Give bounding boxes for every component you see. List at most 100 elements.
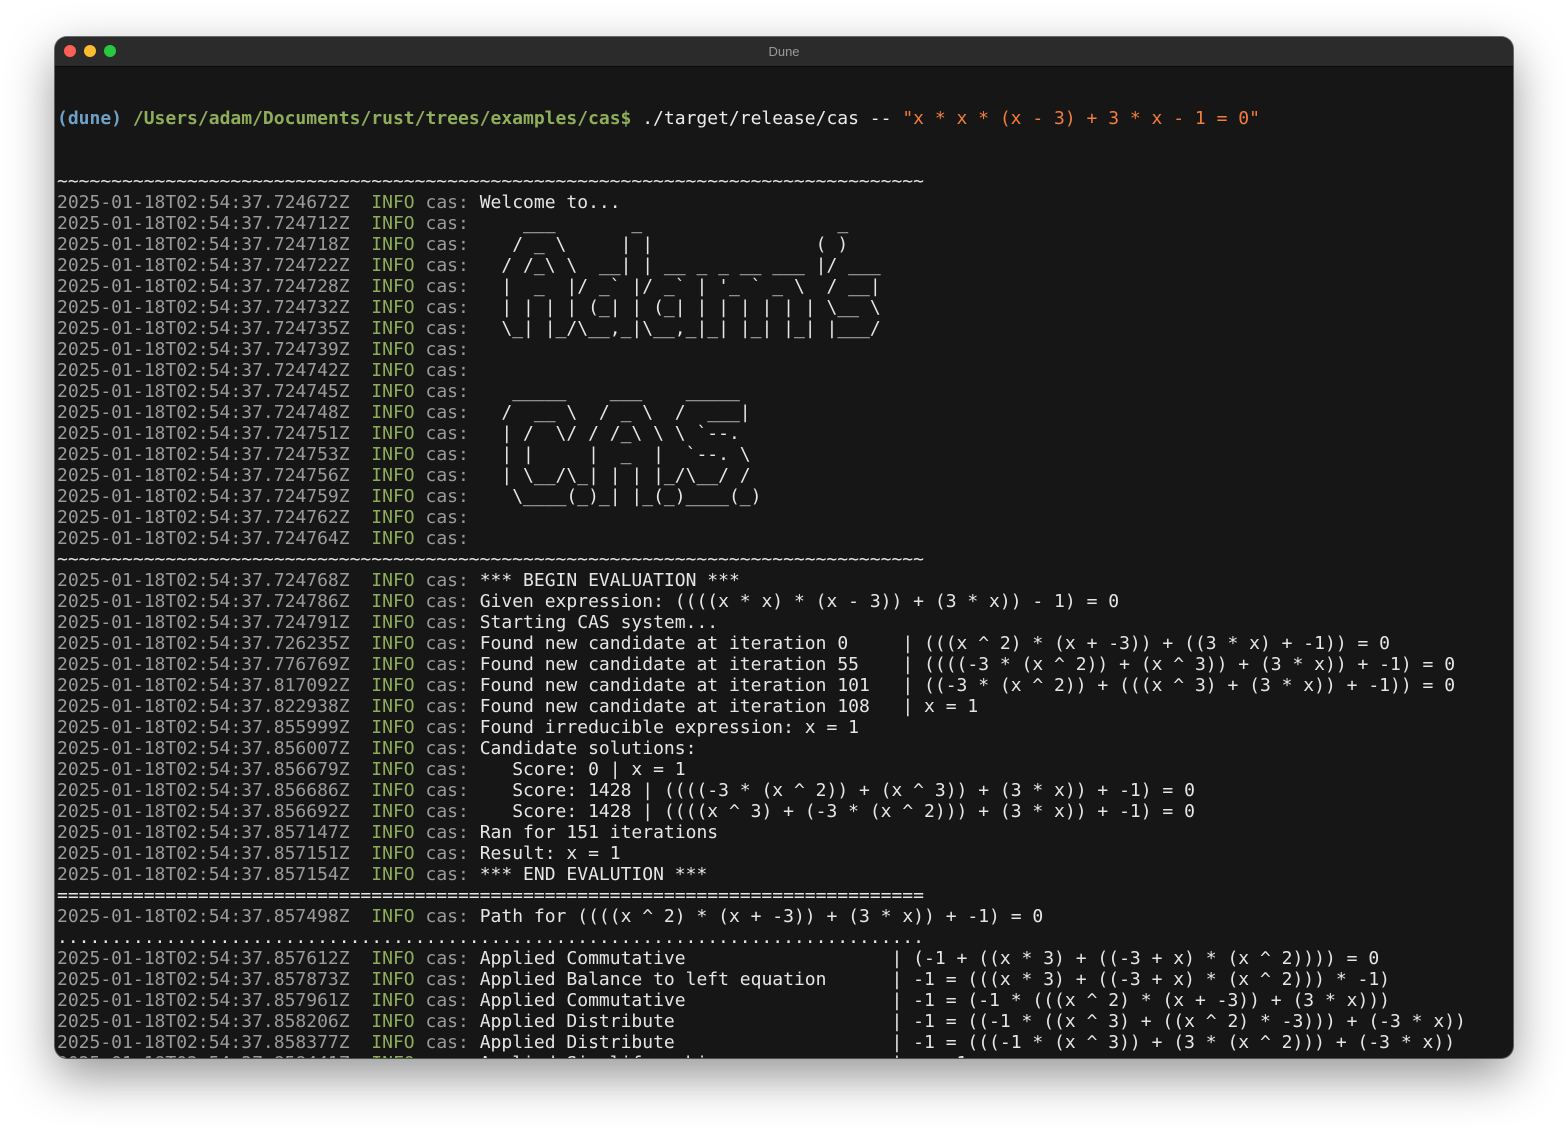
log-timestamp: 2025-01-18T02:54:37.817092Z (57, 675, 350, 696)
log-line: 2025-01-18T02:54:37.857151Z INFO cas: Re… (57, 843, 1513, 864)
log-level: INFO (371, 759, 415, 780)
log-timestamp: 2025-01-18T02:54:37.724748Z (57, 402, 350, 423)
log-message: Found new candidate at iteration 55 | ((… (479, 654, 1456, 675)
log-target: cas: (425, 948, 469, 969)
log-target: cas: (425, 507, 469, 528)
log-message: Starting CAS system... (479, 612, 719, 633)
log-message: Found new candidate at iteration 0 | (((… (479, 633, 1391, 654)
log-line: 2025-01-18T02:54:37.724735Z INFO cas: \_… (57, 318, 1513, 339)
prompt-path: /Users/adam/Documents/rust/trees/example… (132, 108, 632, 129)
log-level: INFO (371, 969, 415, 990)
log-timestamp: 2025-01-18T02:54:37.724751Z (57, 423, 350, 444)
log-target: cas: (425, 402, 469, 423)
log-line: 2025-01-18T02:54:37.857147Z INFO cas: Ra… (57, 822, 1513, 843)
log-target: cas: (425, 423, 469, 444)
log-target: cas: (425, 1032, 469, 1053)
log-timestamp: 2025-01-18T02:54:37.858206Z (57, 1011, 350, 1032)
log-timestamp: 2025-01-18T02:54:37.724672Z (57, 192, 350, 213)
log-level: INFO (371, 318, 415, 339)
log-message: | / \/ / /_\ \ \ `--. (479, 423, 740, 444)
log-target: cas: (425, 675, 469, 696)
log-line: 2025-01-18T02:54:37.724672Z INFO cas: We… (57, 192, 1513, 213)
log-level: INFO (371, 717, 415, 738)
log-level: INFO (371, 486, 415, 507)
prompt-command: ./target/release/cas -- (642, 108, 892, 129)
log-level: INFO (371, 1032, 415, 1053)
log-target: cas: (425, 255, 469, 276)
log-timestamp: 2025-01-18T02:54:37.724764Z (57, 528, 350, 549)
log-target: cas: (425, 822, 469, 843)
log-target: cas: (425, 612, 469, 633)
log-line: 2025-01-18T02:54:37.724745Z INFO cas: __… (57, 381, 1513, 402)
log-message: \____(_)_| |_(_)____(_) (479, 486, 762, 507)
log-level: INFO (371, 339, 415, 360)
log-line: 2025-01-18T02:54:37.776769Z INFO cas: Fo… (57, 654, 1513, 675)
log-line: 2025-01-18T02:54:37.857873Z INFO cas: Ap… (57, 969, 1513, 990)
log-target: cas: (426, 1053, 469, 1058)
terminal-output[interactable]: (dune) /Users/adam/Documents/rust/trees/… (57, 66, 1513, 1058)
log-timestamp: 2025-01-18T02:54:37.724762Z (57, 507, 350, 528)
log-line: 2025-01-18T02:54:37.724786Z INFO cas: Gi… (57, 591, 1513, 612)
log-target: cas: (425, 318, 469, 339)
log-line: 2025-01-18T02:54:37.856007Z INFO cas: Ca… (57, 738, 1513, 759)
log-timestamp: 2025-01-18T02:54:37.724728Z (57, 276, 350, 297)
log-timestamp: 2025-01-18T02:54:37.858441Z (57, 1053, 350, 1058)
log-target: cas: (425, 570, 469, 591)
log-target: cas: (425, 717, 469, 738)
log-message: | | | _ | `--. \ (479, 444, 751, 465)
log-level: INFO (371, 654, 415, 675)
log-timestamp: 2025-01-18T02:54:37.724768Z (57, 570, 350, 591)
log-target: cas: (425, 591, 469, 612)
log-message: Applied Distribute | -1 = (((-1 * (x ^ 3… (479, 1032, 1456, 1053)
log-line: 2025-01-18T02:54:37.724791Z INFO cas: St… (57, 612, 1513, 633)
log-target: cas: (425, 843, 469, 864)
log-target: cas: (425, 528, 469, 549)
log-level: INFO (371, 234, 415, 255)
log-line: 2025-01-18T02:54:37.822938Z INFO cas: Fo… (57, 696, 1513, 717)
log-target: cas: (425, 339, 469, 360)
log-level: INFO (371, 801, 415, 822)
separator-tilde: ~~~~~~~~~~~~~~~~~~~~~~~~~~~~~~~~~~~~~~~~… (57, 171, 924, 192)
log-target: cas: (425, 465, 469, 486)
log-timestamp: 2025-01-18T02:54:37.724745Z (57, 381, 350, 402)
log-timestamp: 2025-01-18T02:54:37.856692Z (57, 801, 350, 822)
log-timestamp: 2025-01-18T02:54:37.857873Z (57, 969, 350, 990)
log-target: cas: (425, 990, 469, 1011)
log-target: cas: (425, 696, 469, 717)
log-message: Score: 0 | x = 1 (479, 759, 686, 780)
log-target: cas: (425, 633, 469, 654)
log-timestamp: 2025-01-18T02:54:37.724712Z (57, 213, 350, 234)
log-line: 2025-01-18T02:54:37.724712Z INFO cas: __… (57, 213, 1513, 234)
log-timestamp: 2025-01-18T02:54:37.857612Z (57, 948, 350, 969)
log-line: 2025-01-18T02:54:37.856686Z INFO cas: Sc… (57, 780, 1513, 801)
log-timestamp: 2025-01-18T02:54:37.857154Z (57, 864, 350, 885)
log-timestamp: 2025-01-18T02:54:37.724735Z (57, 318, 350, 339)
log-target: cas: (425, 969, 469, 990)
log-target: cas: (425, 759, 469, 780)
log-level: INFO (371, 276, 415, 297)
separator-tilde: ~~~~~~~~~~~~~~~~~~~~~~~~~~~~~~~~~~~~~~~~… (57, 549, 924, 570)
log-level: INFO (371, 423, 415, 444)
log-line: 2025-01-18T02:54:37.724759Z INFO cas: \_… (57, 486, 1513, 507)
terminal-window: Dune (dune) /Users/adam/Documents/rust/t… (55, 37, 1513, 1058)
log-line: 2025-01-18T02:54:37.724732Z INFO cas: | … (57, 297, 1513, 318)
log-message: / /_\ \ __| | __ _ _ __ ___ |/ ___ (479, 255, 881, 276)
prompt-argument: "x * x * (x - 3) + 3 * x - 1 = 0" (902, 108, 1260, 129)
log-level: INFO (371, 570, 415, 591)
log-message: Found irreducible expression: x = 1 (479, 717, 859, 738)
log-timestamp: 2025-01-18T02:54:37.724732Z (57, 297, 350, 318)
log-line: 2025-01-18T02:54:37.724728Z INFO cas: | … (57, 276, 1513, 297)
log-line: 2025-01-18T02:54:37.724739Z INFO cas: (57, 339, 1513, 360)
log-message: ___ _ _ (479, 213, 849, 234)
log-level: INFO (371, 360, 415, 381)
log-level: INFO (371, 780, 415, 801)
log-target: cas: (425, 1011, 469, 1032)
log-line: 2025-01-18T02:54:37.858206Z INFO cas: Ap… (57, 1011, 1513, 1032)
log-line: 2025-01-18T02:54:37.724751Z INFO cas: | … (57, 423, 1513, 444)
window-title: Dune (768, 44, 800, 59)
log-line: 2025-01-18T02:54:37.857498Z INFO cas: Pa… (57, 906, 1513, 927)
log-level: INFO (371, 507, 415, 528)
log-message: Path for ((((x ^ 2) * (x + -3)) + (3 * x… (479, 906, 1044, 927)
prompt-env: (dune) (57, 108, 123, 129)
log-message: Candidate solutions: (479, 738, 697, 759)
